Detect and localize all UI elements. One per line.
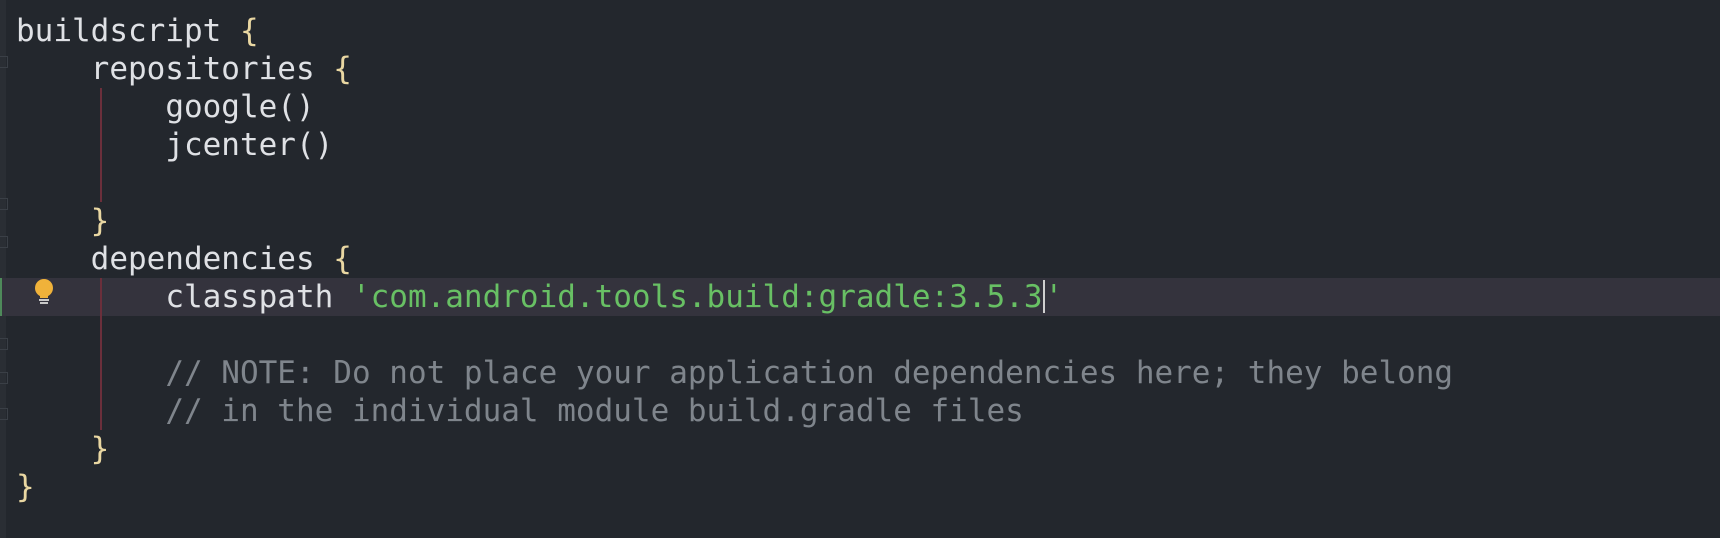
code-line: repositories { [90, 51, 352, 87]
string-literal: 'com.android.tools.build:gradle:3.5.3 [351, 279, 1043, 315]
code-line: buildscript { [16, 13, 259, 49]
code-line: dependencies { [90, 241, 352, 277]
editor-gutter[interactable] [0, 0, 6, 538]
comment: // NOTE: Do not place your application d… [165, 355, 1454, 391]
string-literal-end: ' [1044, 279, 1064, 315]
fold-marker[interactable] [0, 198, 8, 210]
code-line-current: classpath 'com.android.tools.build:gradl… [165, 279, 1064, 315]
code-line: } [16, 469, 35, 505]
code-line: // in the individual module build.gradle… [16, 393, 1024, 429]
code-line: } [90, 203, 110, 239]
fold-marker[interactable] [0, 408, 8, 420]
code-line: // NOTE: Do not place your application d… [16, 355, 1453, 391]
comment: // in the individual module build.gradle… [165, 393, 1024, 429]
code-editor[interactable]: buildscript { repositories { google() jc… [0, 0, 1720, 538]
fold-marker[interactable] [0, 56, 8, 68]
code-line: google() [165, 89, 315, 125]
code-line: } [90, 431, 110, 467]
fold-marker[interactable] [0, 236, 8, 248]
fold-marker[interactable] [0, 338, 8, 350]
fold-marker[interactable] [0, 372, 8, 384]
code-line: jcenter() [165, 127, 334, 163]
current-line-marker [0, 278, 2, 316]
code-text[interactable]: buildscript { repositories { google() jc… [16, 12, 1453, 506]
